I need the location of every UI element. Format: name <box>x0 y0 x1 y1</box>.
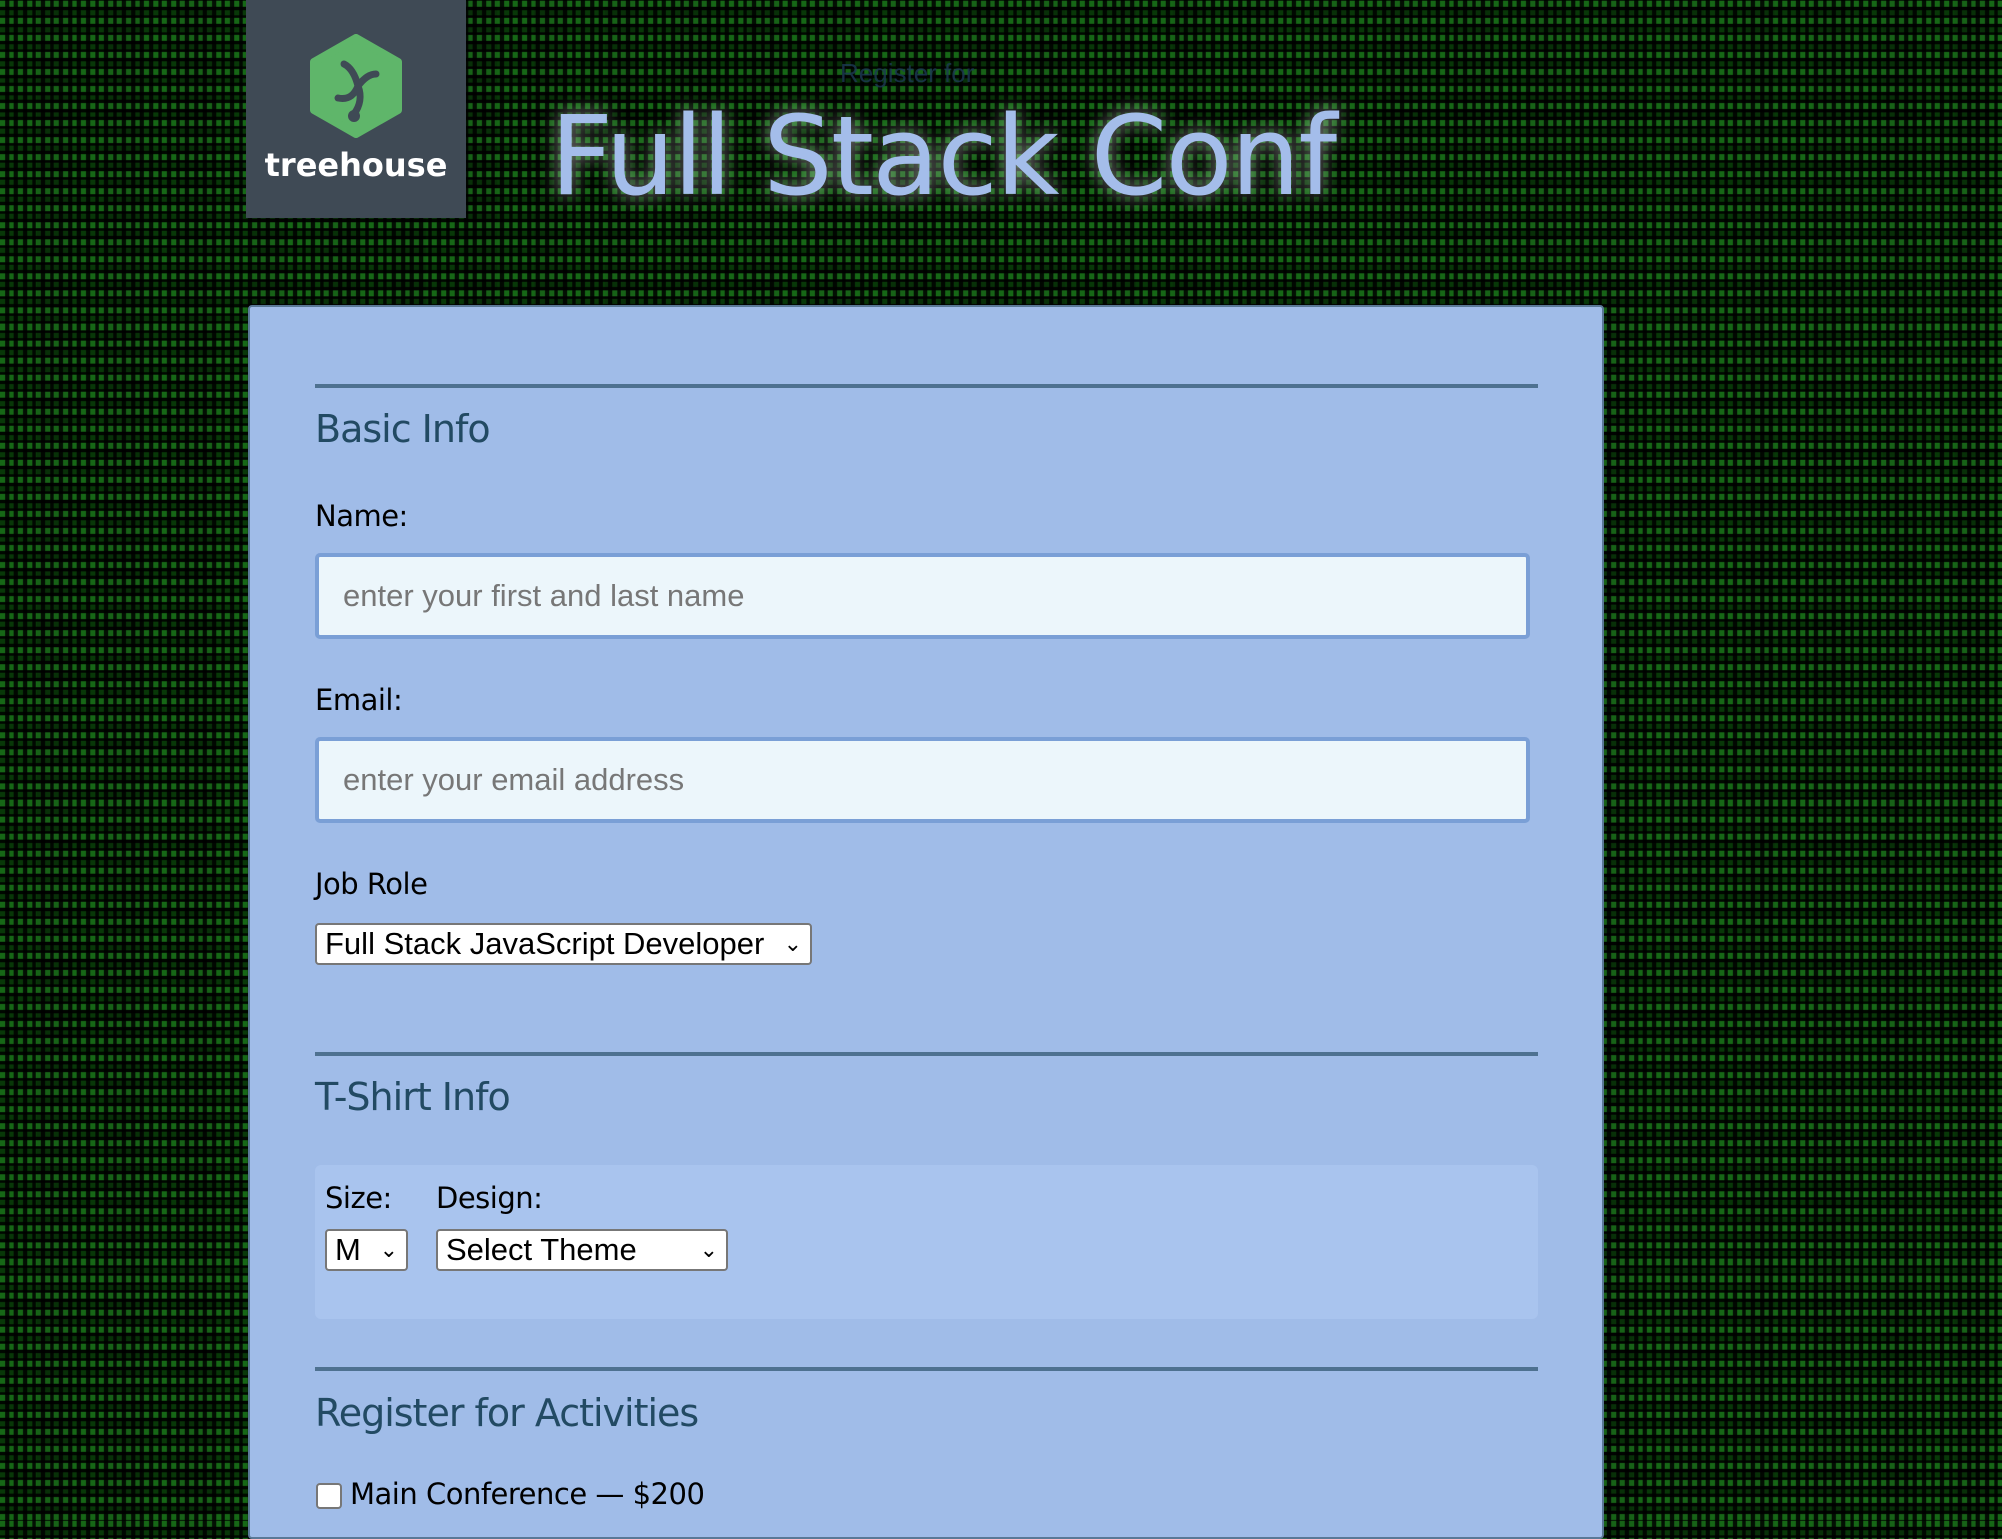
divider <box>315 1367 1538 1371</box>
main-conference-checkbox[interactable] <box>316 1483 342 1509</box>
name-label: Name: <box>315 499 408 533</box>
treehouse-logo[interactable]: treehouse <box>246 0 466 218</box>
register-for-text: Register for <box>840 58 975 88</box>
email-label: Email: <box>315 683 403 717</box>
chevron-down-icon: ⌄ <box>699 1237 718 1262</box>
size-select[interactable]: M ⌄ <box>325 1229 408 1271</box>
chevron-down-icon: ⌄ <box>783 931 802 956</box>
design-select[interactable]: Select Theme ⌄ <box>436 1229 728 1271</box>
tshirt-options: Size: Design: M ⌄ Select Theme ⌄ <box>315 1165 1538 1319</box>
job-role-select[interactable]: Full Stack JavaScript Developer ⌄ <box>315 923 812 965</box>
main-conference-label[interactable]: Main Conference — $200 <box>350 1477 705 1511</box>
job-role-label: Job Role <box>315 867 428 901</box>
name-input[interactable]: enter your first and last name <box>315 553 1530 639</box>
treehouse-frog-icon <box>310 34 402 138</box>
divider <box>315 1052 1538 1056</box>
logo-text: treehouse <box>264 146 448 184</box>
size-label: Size: <box>325 1181 392 1215</box>
activities-heading: Register for Activities <box>315 1391 699 1435</box>
email-input[interactable]: enter your email address <box>315 737 1530 823</box>
job-role-value: Full Stack JavaScript Developer <box>325 926 765 961</box>
divider <box>315 384 1538 388</box>
design-label: Design: <box>436 1181 543 1215</box>
tshirt-info-heading: T-Shirt Info <box>315 1075 511 1119</box>
email-placeholder: enter your email address <box>343 762 685 797</box>
registration-form: Basic Info Name: enter your first and la… <box>248 305 1604 1539</box>
name-placeholder: enter your first and last name <box>343 578 745 613</box>
size-value: M <box>335 1232 361 1267</box>
basic-info-heading: Basic Info <box>315 407 491 451</box>
page-title: Full Stack Conf <box>550 92 1337 220</box>
design-value: Select Theme <box>446 1232 637 1267</box>
chevron-down-icon: ⌄ <box>379 1237 398 1262</box>
